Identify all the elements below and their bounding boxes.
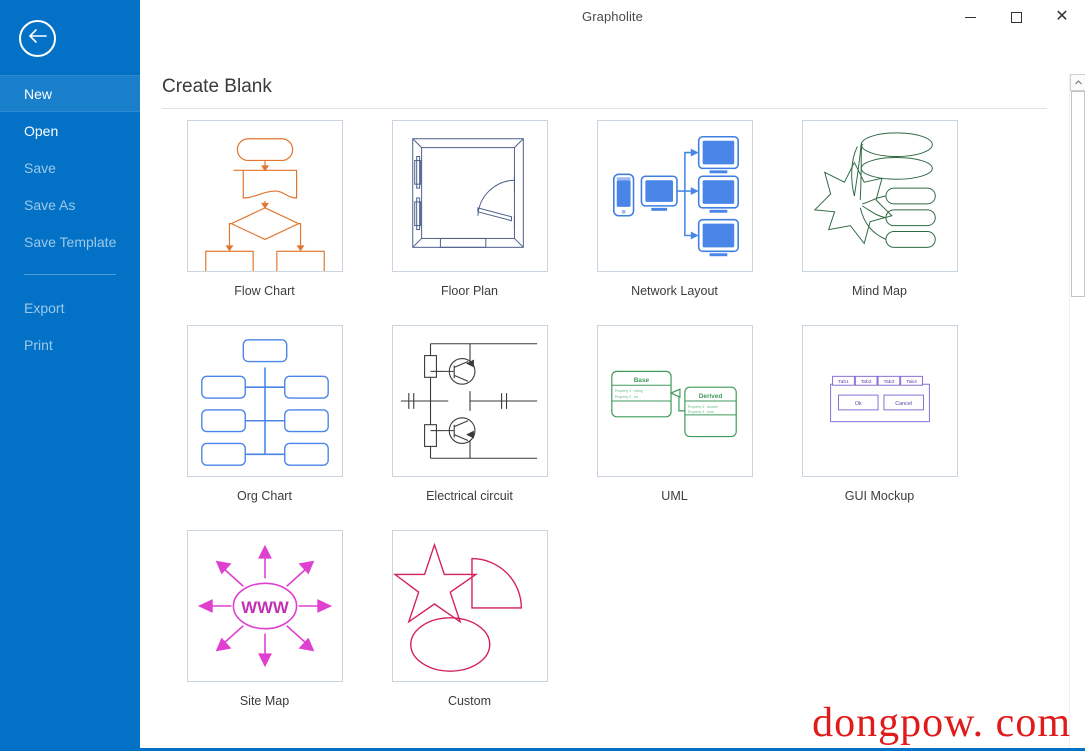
template-tile-org-chart[interactable]: Org Chart <box>162 325 367 530</box>
gui-tab-3-label: Tab3 <box>883 379 894 385</box>
sidebar-item-new[interactable]: New <box>0 75 140 112</box>
minimize-icon <box>964 16 976 18</box>
template-label: Floor Plan <box>441 284 498 298</box>
sidebar-item-label: Export <box>24 299 65 316</box>
star-shape <box>392 542 478 624</box>
template-thumbnail: Tab1 Tab2 Tab3 Tab4 Ok Cancel <box>801 325 958 477</box>
template-thumbnail <box>186 120 343 272</box>
uml-derived-property-2: Property 4 : bool <box>687 410 713 414</box>
sidebar-item-save-template[interactable]: Save Template <box>0 223 140 260</box>
template-thumbnail <box>391 120 548 272</box>
uml-derived-property-1: Property 3 : double <box>687 405 717 409</box>
window-controls: ✕ <box>947 0 1085 34</box>
site-map-center-label: WWW <box>241 598 289 617</box>
uml-derived-title: Derived <box>698 393 722 400</box>
template-tile-mind-map[interactable]: Mind Map <box>777 120 982 325</box>
template-label: Flow Chart <box>234 284 295 298</box>
ellipse-shape <box>409 617 490 672</box>
floor-plan-diagram <box>411 138 524 248</box>
uml-diagram: Base Property 1 : string Property 2 : in… <box>610 370 737 438</box>
minimize-button[interactable] <box>947 0 993 34</box>
page-title: Create Blank <box>162 76 272 97</box>
template-tile-uml[interactable]: Base Property 1 : string Property 2 : in… <box>572 325 777 530</box>
site-map-diagram: WWW <box>197 544 332 668</box>
template-thumbnail <box>391 530 548 682</box>
sidebar-item-label: Save <box>24 159 56 176</box>
sidebar-item-save[interactable]: Save <box>0 149 140 186</box>
sidebar-divider <box>24 274 116 275</box>
template-label: GUI Mockup <box>844 489 915 503</box>
template-label: Site Map <box>239 694 290 708</box>
sidebar-item-label: Print <box>24 336 53 353</box>
template-tile-flow-chart[interactable]: Flow Chart <box>162 120 367 325</box>
template-label: Mind Map <box>852 284 907 298</box>
template-thumbnail: WWW <box>186 530 343 682</box>
title-divider <box>162 108 1047 109</box>
template-thumbnail <box>801 120 958 272</box>
close-icon: ✕ <box>1055 8 1069 25</box>
template-tile-electrical-circuit[interactable]: Electrical circuit <box>367 325 572 530</box>
gui-ok-button-label: Ok <box>854 401 861 407</box>
template-thumbnail: Base Property 1 : string Property 2 : in… <box>596 325 753 477</box>
sidebar: New Open Save Save As Save Template Expo… <box>0 0 140 751</box>
window-title: Grapholite <box>582 9 643 24</box>
template-tile-floor-plan[interactable]: Floor Plan <box>367 120 572 325</box>
phone-icon <box>612 173 634 217</box>
sidebar-item-save-as[interactable]: Save As <box>0 186 140 223</box>
template-tile-custom[interactable]: Custom <box>367 530 572 735</box>
template-label: Custom <box>447 694 492 708</box>
uml-base-title: Base <box>633 377 649 384</box>
monitor-icon <box>697 218 739 257</box>
gui-mockup-diagram: Tab1 Tab2 Tab3 Tab4 Ok Cancel <box>829 375 930 423</box>
template-thumbnail <box>391 325 548 477</box>
template-label: Electrical circuit <box>426 489 513 503</box>
main-content: Create Blank Flow Chart Floor Plan Netwo… <box>140 34 1085 751</box>
maximize-button[interactable] <box>993 0 1039 34</box>
sidebar-item-label: Save As <box>24 196 76 213</box>
scrollbar-thumb[interactable] <box>1071 91 1085 297</box>
scrollbar-track[interactable] <box>1070 91 1085 681</box>
uml-base-property-2: Property 2 : int <box>614 395 637 399</box>
template-grid: Flow Chart Floor Plan Network Layout Min… <box>162 120 1055 751</box>
maximize-icon <box>1010 11 1022 23</box>
monitor-icon <box>697 175 739 213</box>
org-chart-diagram <box>200 339 329 466</box>
flow-chart-diagram <box>204 138 325 271</box>
sidebar-item-export[interactable]: Export <box>0 289 140 326</box>
template-tile-site-map[interactable]: WWW Site Map <box>162 530 367 735</box>
sidebar-item-label: New <box>24 85 53 102</box>
electrical-circuit-diagram <box>400 343 537 459</box>
mind-map-diagram <box>813 132 936 248</box>
custom-shapes-diagram <box>392 542 522 672</box>
close-button[interactable]: ✕ <box>1039 0 1085 34</box>
template-tile-gui-mockup[interactable]: Tab1 Tab2 Tab3 Tab4 Ok Cancel GUI Mockup <box>777 325 982 530</box>
template-tile-network-layout[interactable]: Network Layout <box>572 120 777 325</box>
gui-tab-2-label: Tab2 <box>860 379 871 385</box>
template-label: Org Chart <box>237 489 292 503</box>
sidebar-nav: New Open Save Save As Save Template Expo… <box>0 75 140 363</box>
scroll-up-button[interactable] <box>1070 74 1085 91</box>
network-layout-diagram <box>612 135 739 257</box>
gui-tab-4-label: Tab4 <box>906 379 917 385</box>
sidebar-item-label: Save Template <box>24 233 117 250</box>
sidebar-item-label: Open <box>24 122 59 139</box>
vertical-scrollbar[interactable] <box>1069 74 1085 751</box>
uml-base-property-1: Property 1 : string <box>614 389 642 393</box>
template-thumbnail <box>186 325 343 477</box>
back-button[interactable] <box>19 20 56 57</box>
uml-inheritance-arrow <box>669 388 681 398</box>
chevron-up-icon <box>1074 80 1082 85</box>
title-bar: Grapholite ✕ <box>140 0 1085 34</box>
gui-cancel-button-label: Cancel <box>895 401 912 407</box>
template-thumbnail <box>596 120 753 272</box>
template-label: Network Layout <box>631 284 718 298</box>
gui-tab-1-label: Tab1 <box>838 379 849 385</box>
sidebar-item-open[interactable]: Open <box>0 112 140 149</box>
monitor-icon <box>640 175 678 211</box>
template-label: UML <box>661 489 688 503</box>
monitor-icon <box>697 135 739 174</box>
sidebar-item-print[interactable]: Print <box>0 326 140 363</box>
quarter-circle-shape <box>470 557 522 609</box>
back-arrow-icon <box>28 28 48 49</box>
